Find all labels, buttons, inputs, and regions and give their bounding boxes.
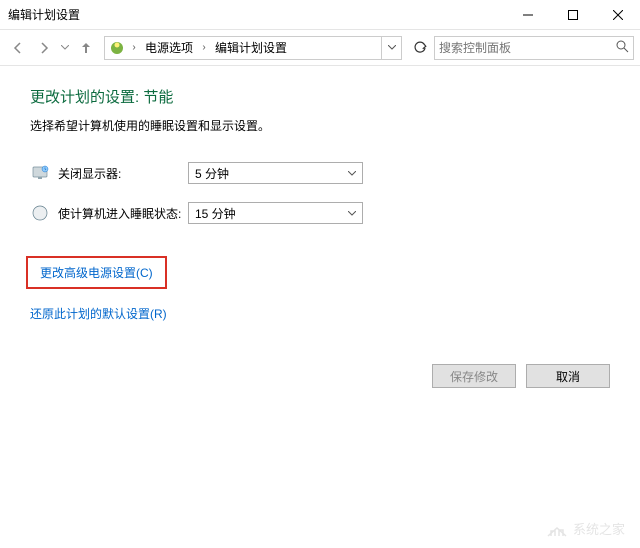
forward-button[interactable] bbox=[32, 36, 56, 60]
cancel-button[interactable]: 取消 bbox=[526, 364, 610, 388]
minimize-button[interactable] bbox=[505, 0, 550, 30]
highlight-box: 更改高级电源设置(C) bbox=[26, 256, 167, 289]
page-description: 选择希望计算机使用的睡眠设置和显示设置。 bbox=[30, 117, 610, 134]
window-title: 编辑计划设置 bbox=[8, 6, 80, 23]
back-button[interactable] bbox=[6, 36, 30, 60]
sleep-dropdown[interactable]: 15 分钟 bbox=[188, 202, 363, 224]
close-button[interactable] bbox=[595, 0, 640, 30]
recent-locations-button[interactable] bbox=[58, 36, 72, 60]
chevron-down-icon bbox=[348, 208, 356, 218]
chevron-right-icon[interactable]: › bbox=[197, 36, 211, 60]
monitor-icon bbox=[30, 163, 50, 183]
restore-defaults-link[interactable]: 还原此计划的默认设置(R) bbox=[30, 305, 167, 322]
save-button[interactable]: 保存修改 bbox=[432, 364, 516, 388]
maximize-button[interactable] bbox=[550, 0, 595, 30]
search-icon[interactable] bbox=[616, 40, 629, 56]
display-off-dropdown[interactable]: 5 分钟 bbox=[188, 162, 363, 184]
watermark-text: 系统之家 bbox=[573, 519, 625, 538]
display-off-label: 关闭显示器: bbox=[58, 165, 188, 182]
chevron-right-icon[interactable]: › bbox=[127, 36, 141, 60]
advanced-settings-link[interactable]: 更改高级电源设置(C) bbox=[40, 266, 153, 280]
power-options-icon bbox=[107, 38, 127, 58]
sleep-icon bbox=[30, 203, 50, 223]
breadcrumb-item-power[interactable]: 电源选项 bbox=[141, 39, 197, 56]
up-button[interactable] bbox=[74, 36, 98, 60]
search-input[interactable] bbox=[439, 41, 616, 55]
breadcrumb[interactable]: › 电源选项 › 编辑计划设置 bbox=[104, 36, 402, 60]
breadcrumb-item-edit[interactable]: 编辑计划设置 bbox=[211, 39, 291, 56]
search-box[interactable] bbox=[434, 36, 634, 60]
sleep-value: 15 分钟 bbox=[195, 205, 236, 222]
page-heading: 更改计划的设置: 节能 bbox=[30, 86, 610, 107]
watermark: 系统之家 bbox=[545, 519, 625, 538]
chevron-down-icon bbox=[348, 168, 356, 178]
display-off-value: 5 分钟 bbox=[195, 165, 229, 182]
breadcrumb-dropdown-button[interactable] bbox=[381, 37, 401, 59]
refresh-button[interactable] bbox=[408, 36, 432, 60]
sleep-label: 使计算机进入睡眠状态: bbox=[58, 205, 188, 222]
